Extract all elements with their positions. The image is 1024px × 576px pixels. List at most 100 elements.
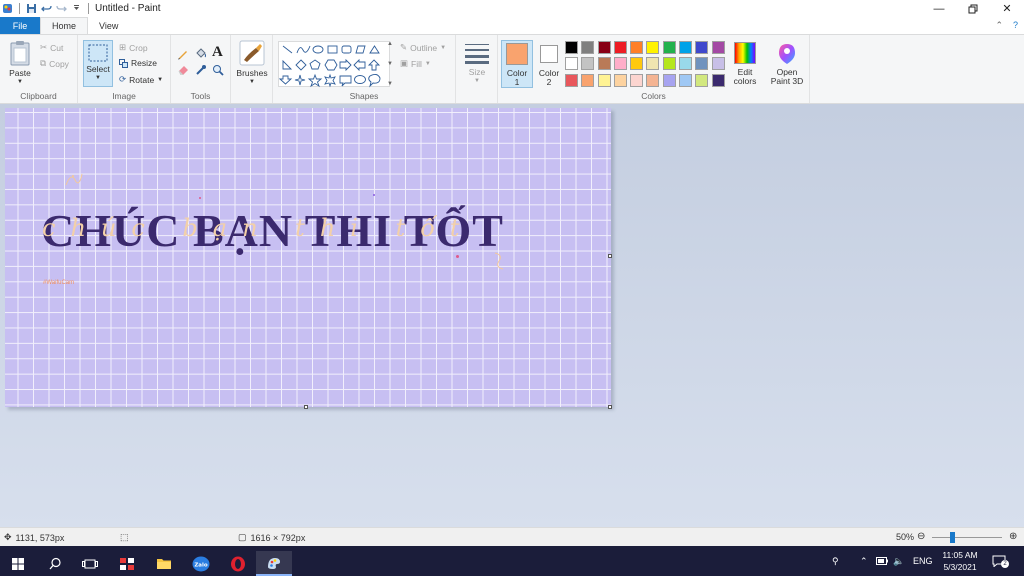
- minimize-icon[interactable]: —: [922, 0, 956, 17]
- select-button-content[interactable]: Select ▼: [84, 43, 112, 83]
- paint3d-label-2: Paint 3D: [770, 76, 804, 86]
- chevron-down-icon: ▼: [424, 60, 431, 67]
- taskbar-zalo[interactable]: Zalo: [183, 551, 219, 576]
- color-swatch[interactable]: [565, 41, 578, 54]
- color-swatch[interactable]: [565, 57, 578, 71]
- customize-qat-icon[interactable]: [71, 3, 82, 14]
- undo-icon[interactable]: [41, 3, 52, 14]
- resize-handle-right[interactable]: [608, 254, 612, 258]
- magnifier-icon[interactable]: [212, 64, 224, 76]
- zoom-slider-thumb[interactable]: [950, 532, 955, 543]
- rotate-button[interactable]: ⟳ Rotate ▼: [119, 74, 163, 85]
- text-tool-icon[interactable]: A: [212, 44, 223, 61]
- color-swatch[interactable]: [679, 57, 693, 71]
- open-paint3d-button[interactable]: Open Paint 3D: [767, 42, 807, 86]
- color-swatch[interactable]: [662, 73, 676, 87]
- crop-label: Crop: [129, 42, 148, 53]
- shapes-gallery[interactable]: [278, 41, 390, 88]
- color-swatch[interactable]: [711, 41, 725, 54]
- start-button[interactable]: [0, 551, 36, 576]
- color-swatch[interactable]: [597, 57, 611, 71]
- brushes-button[interactable]: Brushes ▼: [235, 40, 269, 87]
- color-swatch[interactable]: [597, 73, 611, 87]
- size-button[interactable]: Size ▼: [461, 42, 493, 86]
- canvas-workspace[interactable]: CHÚC BẠN THI TỐT chúc bạn thi tốt #Waifu…: [0, 104, 1024, 527]
- expand-icon[interactable]: ▼: [387, 81, 393, 87]
- color-swatch[interactable]: [711, 73, 725, 87]
- clock[interactable]: 11:05 AM 5/3/2021: [936, 549, 984, 573]
- color-swatch[interactable]: [630, 41, 644, 54]
- color-swatch[interactable]: [581, 57, 595, 71]
- color-picker-icon[interactable]: [195, 64, 207, 76]
- color-swatch[interactable]: [597, 41, 611, 54]
- save-icon[interactable]: [26, 3, 37, 14]
- outline-button[interactable]: ✎ Outline ▼: [400, 42, 446, 53]
- crop-icon: ⊞: [119, 42, 127, 52]
- tab-home[interactable]: Home: [40, 17, 89, 34]
- show-hidden-icons[interactable]: ⌃: [860, 546, 868, 576]
- cut-button[interactable]: ✂ Cut: [40, 42, 63, 53]
- taskbar-app-store[interactable]: [109, 551, 145, 576]
- redo-icon[interactable]: [56, 3, 67, 14]
- taskbar-file-explorer[interactable]: [146, 551, 182, 576]
- color-swatch[interactable]: [695, 57, 709, 71]
- store-app-icon: [120, 557, 134, 570]
- color-swatch[interactable]: [613, 57, 627, 71]
- zoom-slider[interactable]: [932, 537, 1002, 538]
- color-swatch[interactable]: [662, 41, 676, 54]
- search-button[interactable]: [37, 551, 73, 576]
- drawing-canvas[interactable]: CHÚC BẠN THI TỐT chúc bạn thi tốt #Waifu…: [5, 108, 611, 407]
- color-swatch[interactable]: [695, 41, 709, 54]
- volume-icon[interactable]: 🔈: [893, 546, 904, 576]
- close-icon[interactable]: ✕: [990, 0, 1024, 17]
- pencil-icon[interactable]: [177, 48, 189, 60]
- color-swatch[interactable]: [613, 73, 627, 87]
- color2-button[interactable]: Color 2: [535, 43, 563, 87]
- edit-colors-button[interactable]: Edit colors: [731, 42, 759, 86]
- language-indicator[interactable]: ENG: [913, 546, 933, 576]
- color2-number: 2: [546, 77, 552, 87]
- notifications-icon[interactable]: 2: [992, 546, 1014, 576]
- taskbar-paint[interactable]: [256, 551, 292, 576]
- tab-file[interactable]: File: [0, 17, 40, 34]
- fill-button[interactable]: ▣ Fill ▼: [400, 58, 431, 69]
- color-swatch[interactable]: [613, 41, 627, 54]
- collapse-ribbon-icon[interactable]: ⌃: [995, 20, 1003, 31]
- restore-icon[interactable]: [956, 0, 990, 17]
- paste-button[interactable]: Paste ▼: [6, 40, 34, 87]
- fill-label: Fill: [411, 58, 422, 69]
- taskbar-opera[interactable]: [220, 551, 256, 576]
- task-view-button[interactable]: [72, 551, 108, 576]
- color-swatch[interactable]: [565, 73, 578, 87]
- color-swatch[interactable]: [630, 57, 644, 71]
- people-icon[interactable]: ⚲: [832, 546, 839, 576]
- chevron-down-icon[interactable]: ▼: [387, 61, 393, 67]
- resize-handle-bottom[interactable]: [304, 405, 308, 409]
- color-swatch[interactable]: [662, 57, 676, 71]
- color-swatch[interactable]: [581, 41, 595, 54]
- tab-view[interactable]: View: [88, 17, 129, 34]
- eraser-icon[interactable]: [177, 65, 190, 75]
- color-swatch[interactable]: [679, 73, 693, 87]
- zoom-in-icon[interactable]: ⊕: [1009, 531, 1017, 542]
- color-swatch[interactable]: [679, 41, 693, 54]
- resize-button[interactable]: Resize: [119, 58, 157, 68]
- color-swatch[interactable]: [646, 73, 660, 87]
- color-swatch[interactable]: [711, 57, 725, 71]
- color1-button[interactable]: Color 1: [503, 43, 531, 87]
- color-swatch[interactable]: [646, 57, 660, 71]
- color-swatch[interactable]: [630, 73, 644, 87]
- help-icon[interactable]: ?: [1013, 20, 1018, 31]
- color-swatch[interactable]: [581, 73, 595, 87]
- shapes-scroll[interactable]: ▲ ▼ ▼: [386, 41, 394, 87]
- color-swatch[interactable]: [695, 73, 709, 87]
- zoom-out-icon[interactable]: ⊖: [917, 531, 925, 542]
- chevron-up-icon[interactable]: ▲: [387, 41, 393, 47]
- copy-button[interactable]: ⧉ Copy: [40, 58, 69, 69]
- paint-app-icon[interactable]: [2, 3, 13, 14]
- battery-icon[interactable]: [876, 546, 888, 576]
- fill-bucket-icon[interactable]: [194, 47, 207, 60]
- resize-handle-corner[interactable]: [608, 405, 612, 409]
- color-swatch[interactable]: [646, 41, 660, 54]
- crop-button[interactable]: ⊞ Crop: [119, 42, 148, 53]
